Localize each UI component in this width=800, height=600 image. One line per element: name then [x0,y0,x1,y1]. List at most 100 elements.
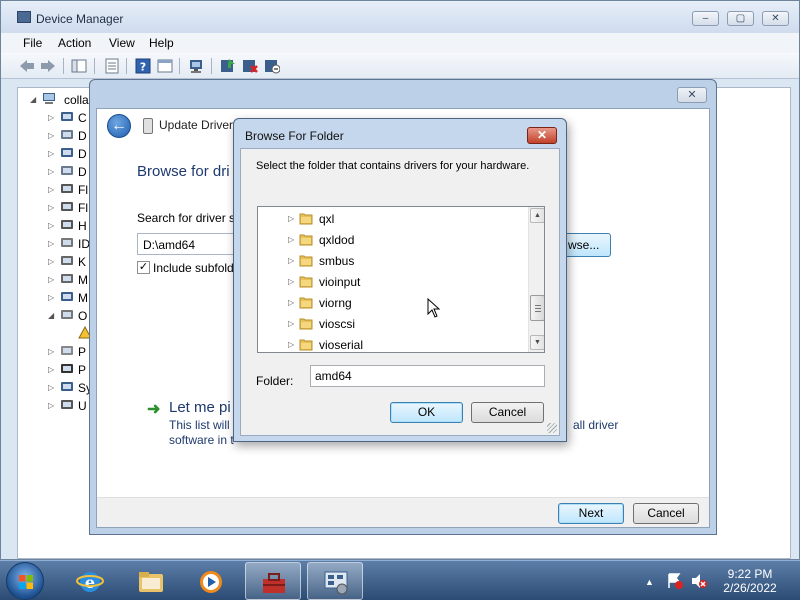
update-driver-icon[interactable] [220,58,236,74]
device-category-icon [61,112,73,121]
folder-item-label: qxl [319,212,335,226]
menu-view[interactable]: View [109,36,135,50]
folder-item[interactable]: ▷ qxl [258,208,528,229]
device-category-icon [61,310,73,319]
start-button[interactable] [6,562,44,600]
folder-item[interactable]: ▷ smbus [258,250,528,271]
collapse-arrow-icon[interactable]: ◢ [30,95,36,104]
close-button[interactable]: ✕ [527,127,557,144]
menu-file[interactable]: File [23,36,42,50]
menu-help[interactable]: Help [149,36,174,50]
expand-arrow-icon[interactable]: ▷ [48,113,54,122]
folder-icon [299,213,313,225]
maximize-button[interactable]: ▢ [727,11,754,26]
device-category-icon [61,130,73,139]
dialog-title: Browse For Folder [245,129,344,143]
expand-arrow-icon[interactable]: ▷ [48,275,54,284]
expand-arrow-icon[interactable]: ▷ [48,257,54,266]
minimize-button[interactable]: – [692,11,719,26]
svg-text:?: ? [140,61,146,74]
scroll-down-button[interactable]: ▼ [530,335,544,350]
menu-bar: File Action View Help [1,33,799,53]
search-location-label: Search for driver so [137,211,242,225]
include-subfolders-checkbox[interactable]: ✓ [137,261,150,274]
console-tree-icon[interactable] [71,58,87,74]
expand-arrow-icon[interactable]: ▷ [48,203,54,212]
expand-arrow-icon[interactable]: ▷ [48,221,54,230]
expand-arrow-icon[interactable]: ▷ [48,167,54,176]
update-driver-close-button[interactable]: ✕ [677,87,707,103]
expand-arrow-icon[interactable]: ▷ [288,235,294,244]
driver-path-input[interactable]: D:\amd64 [137,233,247,255]
expand-arrow-icon[interactable]: ▷ [48,293,54,302]
taskbar-media-player[interactable] [183,562,239,600]
show-hidden-icons-button[interactable]: ▲ [645,577,654,587]
back-arrow-button[interactable]: ← [107,114,131,138]
cancel-button[interactable]: Cancel [471,402,544,423]
resize-grip[interactable] [547,423,557,433]
expand-arrow-icon[interactable]: ▷ [48,401,54,410]
expand-arrow-icon[interactable]: ▷ [48,347,54,356]
expand-arrow-icon[interactable]: ▷ [48,149,54,158]
taskbar-windows-explorer[interactable] [123,562,179,600]
expand-arrow-icon[interactable]: ▷ [48,131,54,140]
properties-icon[interactable] [104,58,120,74]
expand-arrow-icon[interactable]: ▷ [288,256,294,265]
action-center-icon[interactable] [666,572,684,590]
folder-item[interactable]: ▷ qxldod [258,229,528,250]
folder-input[interactable]: amd64 [310,365,545,387]
expand-arrow-icon[interactable]: ▷ [48,239,54,248]
tree-item-label: C [78,111,87,125]
expand-arrow-icon[interactable]: ▷ [288,298,294,307]
forward-arrow-icon[interactable] [40,58,56,74]
expand-arrow-icon[interactable]: ▷ [288,340,294,349]
expand-arrow-icon[interactable]: ▷ [48,185,54,194]
usb-device-icon [143,118,153,134]
next-button[interactable]: Next [558,503,624,524]
device-category-icon [61,346,73,355]
device-category-icon [61,256,73,265]
tree-item-label: K [78,255,87,269]
scan-hardware-icon[interactable] [189,58,205,74]
vertical-scrollbar[interactable]: ▲ ▼ [528,207,544,352]
collapse-arrow-icon[interactable]: ◢ [48,311,54,320]
expand-arrow-icon[interactable]: ▷ [48,383,54,392]
cancel-button[interactable]: Cancel [633,503,699,524]
title-bar[interactable]: Device Manager – ▢ ✕ [1,1,799,33]
tree-item-label: D [78,147,87,161]
browse-folder-body: Select the folder that contains drivers … [240,148,560,436]
volume-muted-icon[interactable] [690,572,708,590]
expand-arrow-icon[interactable]: ▷ [288,277,294,286]
folder-item[interactable]: ▷ viorng [258,292,528,313]
window-title: Device Manager [36,12,124,26]
folder-item-label: vioscsi [319,317,356,331]
uninstall-device-icon[interactable] [242,58,258,74]
scroll-thumb[interactable] [530,295,544,321]
close-button[interactable]: ✕ [762,11,789,26]
taskbar-device-manager[interactable] [307,562,363,600]
folder-item-label: qxldod [319,233,355,247]
expand-arrow-icon[interactable]: ▷ [48,365,54,374]
folder-item[interactable]: ▷ vioscsi [258,313,528,334]
folder-item[interactable]: ▷ vioinput [258,271,528,292]
folder-item-label: viorng [319,296,352,310]
expand-arrow-icon[interactable]: ▷ [288,214,294,223]
back-arrow-icon[interactable] [19,58,35,74]
disable-device-icon[interactable] [264,58,280,74]
tree-item-label: H [78,219,87,233]
folder-item[interactable]: ▷ vioserial [258,334,528,352]
expand-arrow-icon[interactable]: ▷ [288,319,294,328]
browse-for-folder-dialog: Browse For Folder ✕ Select the folder th… [233,118,567,442]
let-me-pick-link[interactable]: Let me pi [169,399,231,416]
show-hide-icon[interactable] [157,58,173,74]
help-icon[interactable]: ? [135,58,151,74]
system-clock[interactable]: 9:22 PM 2/26/2022 [712,567,788,595]
ok-button[interactable]: OK [390,402,463,423]
menu-action[interactable]: Action [58,36,91,50]
taskbar-toolbox[interactable] [245,562,301,600]
taskbar-internet-explorer[interactable]: e [62,562,118,600]
scroll-up-button[interactable]: ▲ [530,208,544,223]
windows-logo-icon [19,575,33,589]
device-category-icon [61,202,73,211]
folder-tree[interactable]: ▷ qxl ▷ qxldod ▷ smbus ▷ vioinput ▷ viorng ▷ vioscs… [257,206,545,353]
